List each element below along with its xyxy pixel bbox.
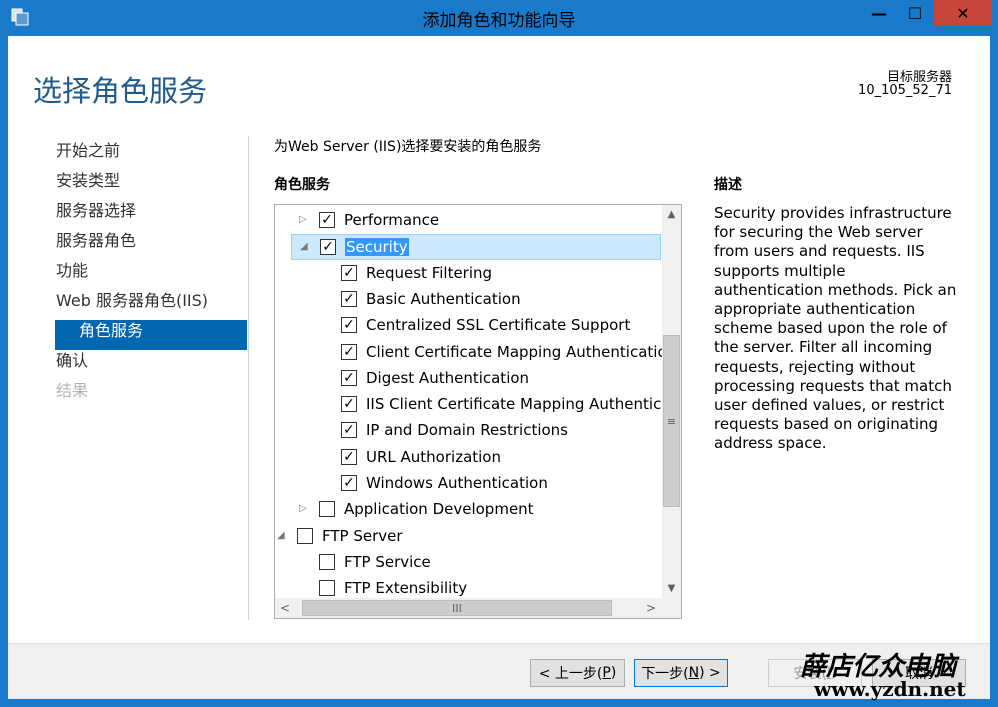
previous-label-prefix: < 上一步( xyxy=(538,666,603,682)
collapse-icon[interactable]: ◢ xyxy=(277,530,285,541)
wizard-nav: 开始之前 安装类型 服务器选择 服务器角色 功能 Web 服务器角色(IIS) … xyxy=(55,140,247,410)
checkbox[interactable]: ✓ xyxy=(341,343,357,360)
nav-item-results: 结果 xyxy=(56,381,89,400)
tree-row-label: FTP Extensibility xyxy=(344,579,468,598)
nav-item-confirmation[interactable]: 确认 xyxy=(55,350,247,380)
checkbox[interactable] xyxy=(319,580,335,597)
checkbox[interactable]: ✓ xyxy=(320,239,336,256)
role-services-header: 角色服务 xyxy=(274,177,330,193)
checkbox[interactable]: ✓ xyxy=(341,264,357,281)
nav-item-before-you-begin[interactable]: 开始之前 xyxy=(55,140,247,170)
grip-icon: ≡ xyxy=(666,414,677,428)
scroll-right-icon[interactable]: > xyxy=(641,598,661,618)
previous-accesskey: P xyxy=(602,665,611,681)
nav-item-installation-type[interactable]: 安装类型 xyxy=(55,170,247,200)
scroll-left-icon[interactable]: < xyxy=(275,598,295,618)
tree-row[interactable]: FTP Service xyxy=(275,550,661,576)
tree-row[interactable]: ✓ Windows Authentication xyxy=(275,471,661,497)
checkbox[interactable]: ✓ xyxy=(341,396,357,413)
tree-row-label: Security xyxy=(345,238,409,257)
nav-divider xyxy=(248,136,249,620)
checkbox[interactable] xyxy=(319,501,335,518)
tree-row[interactable]: ✓ Client Certificate Mapping Authenticati… xyxy=(275,340,676,366)
tree-row[interactable]: ✓ Centralized SSL Certificate Support xyxy=(275,313,661,339)
nav-item-role-services[interactable]: 角色服务 xyxy=(55,320,247,350)
page-subtitle: 为Web Server (IIS)选择要安装的角色服务 xyxy=(274,139,542,155)
tree-row-label: Windows Authentication xyxy=(366,474,548,492)
tree-row-label: Centralized SSL Certificate Support xyxy=(366,316,631,335)
nav-item-features[interactable]: 功能 xyxy=(55,260,247,290)
expand-icon[interactable]: ▷ xyxy=(299,503,307,514)
scroll-down-icon[interactable]: ▼ xyxy=(662,579,681,598)
minimize-icon: — xyxy=(871,3,887,23)
tree-row-label: Basic Authentication xyxy=(366,289,521,308)
checkbox[interactable]: ✓ xyxy=(341,448,357,465)
horizontal-scrollbar[interactable]: < III > xyxy=(275,598,662,618)
maximize-button[interactable]: ☐ xyxy=(898,0,932,26)
description-text: Security provides infrastructure for sec… xyxy=(714,204,957,453)
tree-row[interactable]: ▷ ✓ Performance xyxy=(275,208,661,234)
title-bar[interactable]: 添加角色和功能向导 — ☐ ✕ xyxy=(0,0,998,36)
scroll-up-icon[interactable]: ▲ xyxy=(662,205,681,224)
next-label-suffix: ) > xyxy=(699,665,721,681)
tree-row[interactable]: ▷ Application Development xyxy=(275,497,661,523)
description-header: 描述 xyxy=(714,177,742,193)
tree-row-label: Application Development xyxy=(344,500,534,519)
tree-row-label: Request Filtering xyxy=(366,263,493,282)
tree-row[interactable]: ✓ Request Filtering xyxy=(275,261,661,287)
collapse-icon[interactable]: ◢ xyxy=(300,241,308,252)
nav-item-web-server-role[interactable]: Web 服务器角色(IIS) xyxy=(55,290,247,320)
previous-label-suffix: ) xyxy=(610,665,617,681)
tree-row-label: FTP Server xyxy=(322,526,403,545)
minimize-button[interactable]: — xyxy=(862,0,896,26)
tree-row-label: Performance xyxy=(344,211,440,229)
checkbox[interactable]: ✓ xyxy=(341,317,357,334)
checkbox[interactable] xyxy=(297,527,313,544)
nav-item-server-selection[interactable]: 服务器选择 xyxy=(55,200,247,230)
wizard-content: 选择角色服务 目标服务器 10_105_52_71 开始之前 安装类型 服务器选… xyxy=(8,36,990,699)
watermark-url: www.yzdn.net xyxy=(814,677,966,701)
expand-icon[interactable]: ▷ xyxy=(299,214,307,225)
tree-row[interactable]: ✓ IP and Domain Restrictions xyxy=(275,418,661,444)
checkbox[interactable]: ✓ xyxy=(341,422,357,439)
next-label-prefix: 下一步( xyxy=(641,666,689,682)
tree-row[interactable]: ✓ URL Authorization xyxy=(275,445,661,471)
tree-row-label: Digest Authentication xyxy=(366,368,530,387)
tree-row-label: IP and Domain Restrictions xyxy=(366,421,569,440)
window-title: 添加角色和功能向导 xyxy=(422,11,576,31)
tree-row[interactable]: ◢ FTP Server xyxy=(275,524,661,550)
close-button[interactable]: ✕ xyxy=(934,0,992,26)
horizontal-scroll-thumb[interactable]: III xyxy=(302,600,612,616)
checkbox[interactable]: ✓ xyxy=(341,369,357,386)
tree-row[interactable]: ✓ Digest Authentication xyxy=(275,366,661,392)
previous-button[interactable]: < 上一步(P) xyxy=(530,659,625,687)
next-button[interactable]: 下一步(N) > xyxy=(634,659,728,687)
page-title: 选择角色服务 xyxy=(33,74,208,108)
vertical-scrollbar[interactable]: ▲ ≡ ▼ xyxy=(662,205,681,598)
next-accesskey: N xyxy=(688,665,700,681)
nav-item-server-roles[interactable]: 服务器角色 xyxy=(55,230,247,260)
destination-server-name: 10_105_52_71 xyxy=(858,83,952,98)
tree-row-label: FTP Service xyxy=(344,552,431,571)
scrollbar-corner xyxy=(662,598,681,618)
grip-icon: III xyxy=(452,601,462,615)
tree-row[interactable]: ◢ ✓ Security xyxy=(291,234,661,261)
tree-row-label: IIS Client Certificate Mapping Authentic… xyxy=(366,395,682,414)
maximize-icon: ☐ xyxy=(907,3,923,23)
role-services-tree[interactable]: ▷ ✓ Performance ◢ ✓ Security ✓ Request Filterin… xyxy=(274,204,682,619)
checkbox[interactable]: ✓ xyxy=(319,212,335,228)
tree-row[interactable]: ✓ Basic Authentication xyxy=(275,287,661,313)
tree-row-label: URL Authorization xyxy=(366,447,501,466)
checkbox[interactable]: ✓ xyxy=(341,290,357,307)
tree-row-label: Client Certificate Mapping Authenticatio… xyxy=(366,342,677,361)
checkbox[interactable]: ✓ xyxy=(341,475,357,491)
wizard-window: 添加角色和功能向导 — ☐ ✕ 选择角色服务 目标服务器 10_105_52_7… xyxy=(0,0,998,707)
checkbox[interactable] xyxy=(319,553,335,570)
vertical-scroll-thumb[interactable]: ≡ xyxy=(663,335,680,507)
close-icon: ✕ xyxy=(956,3,970,23)
tree-row[interactable]: ✓ IIS Client Certificate Mapping Authenti… xyxy=(275,392,681,418)
